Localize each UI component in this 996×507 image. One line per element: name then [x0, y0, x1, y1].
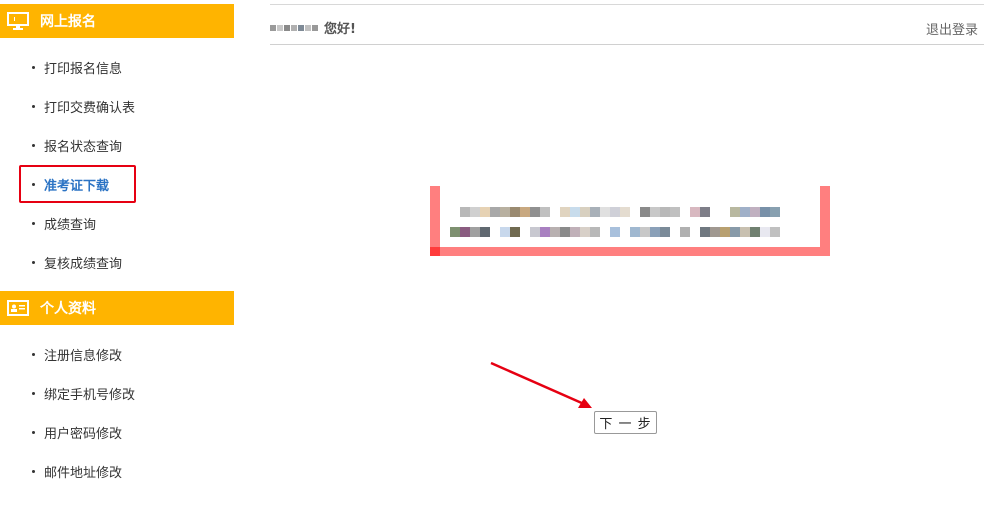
sidebar-item-label: 打印交费确认表: [44, 100, 136, 116]
notice-left-border: [430, 186, 440, 256]
greeting: 您好!: [270, 18, 356, 37]
notice-corner: [430, 247, 440, 256]
section-title: 个人资料: [40, 301, 96, 317]
sidebar-item-admission-ticket-download[interactable]: 准考证下载: [32, 174, 109, 194]
logout-link[interactable]: 退出登录: [926, 19, 978, 38]
bullet-icon: [32, 260, 35, 264]
sidebar-item-label: 准考证下载: [44, 178, 110, 194]
sidebar-item-edit-password[interactable]: 用户密码修改: [32, 422, 122, 442]
sidebar: 网上报名 打印报名信息 打印交费确认表 报名状态查询 准考证下载 成绩查询 复核…: [0, 0, 234, 507]
section-header-personal-info: 个人资料: [0, 291, 234, 325]
sidebar-item-label: 报名状态查询: [44, 139, 123, 155]
sidebar-item-label: 成绩查询: [44, 217, 97, 233]
greeting-text: 您好!: [324, 22, 356, 37]
bullet-icon: [32, 143, 35, 147]
bullet-icon: [32, 182, 35, 186]
sidebar-item-label: 打印报名信息: [44, 61, 123, 77]
notice-right-border: [820, 186, 830, 256]
sidebar-item-label: 用户密码修改: [44, 426, 123, 442]
notice-bottom-border: [430, 247, 830, 256]
redacted-text-line: [460, 207, 780, 217]
section-title: 网上报名: [40, 14, 96, 30]
redacted-text-line: [450, 227, 780, 237]
bullet-icon: [32, 469, 35, 473]
bullet-icon: [32, 104, 35, 108]
redacted-username: [270, 24, 318, 31]
bullet-icon: [32, 352, 35, 356]
top-divider: [270, 4, 984, 5]
sidebar-item-registration-status[interactable]: 报名状态查询: [32, 135, 122, 155]
sidebar-item-print-registration[interactable]: 打印报名信息: [32, 57, 122, 77]
sidebar-item-edit-registration-info[interactable]: 注册信息修改: [32, 344, 122, 364]
sidebar-item-edit-phone[interactable]: 绑定手机号修改: [32, 383, 135, 403]
sidebar-item-score-query[interactable]: 成绩查询: [32, 213, 96, 233]
sidebar-item-label: 复核成绩查询: [44, 256, 123, 272]
notice-box: [430, 186, 830, 256]
id-card-icon: [7, 299, 29, 317]
next-step-button[interactable]: 下 一 步: [594, 411, 657, 434]
sidebar-item-edit-email[interactable]: 邮件地址修改: [32, 461, 122, 481]
bullet-icon: [32, 221, 35, 225]
sidebar-item-label: 绑定手机号修改: [44, 387, 136, 403]
sidebar-item-label: 邮件地址修改: [44, 465, 123, 481]
section-header-online-registration: 网上报名: [0, 4, 234, 38]
sidebar-item-print-payment-confirmation[interactable]: 打印交费确认表: [32, 96, 135, 116]
monitor-icon: [7, 12, 29, 30]
sidebar-item-review-score-query[interactable]: 复核成绩查询: [32, 252, 122, 272]
bullet-icon: [32, 65, 35, 69]
bullet-icon: [32, 391, 35, 395]
bullet-icon: [32, 430, 35, 434]
sidebar-item-label: 注册信息修改: [44, 348, 123, 364]
arrow-annotation-icon: [490, 361, 592, 408]
user-header: 您好! 退出登录: [270, 12, 984, 45]
